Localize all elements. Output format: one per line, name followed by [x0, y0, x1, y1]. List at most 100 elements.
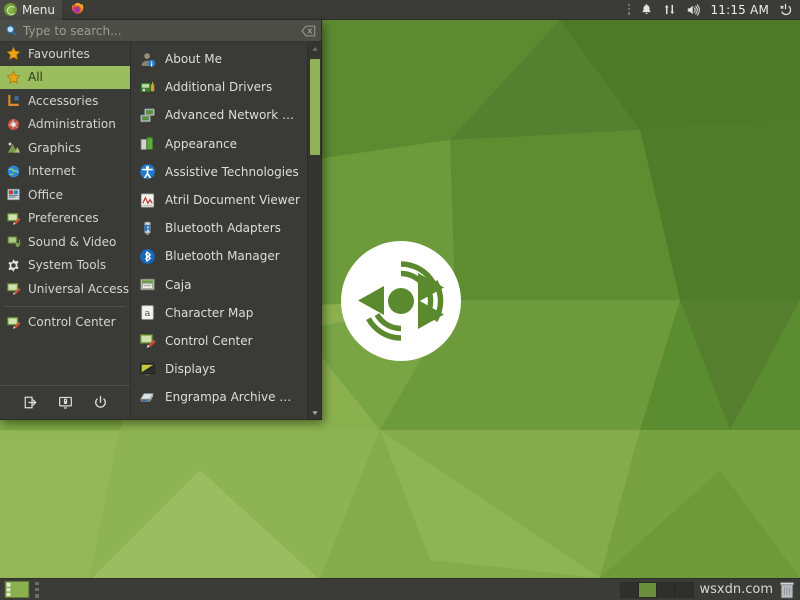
bottom-panel: wsxdn.com: [0, 578, 800, 600]
categories-spacer: [0, 334, 130, 385]
category-control-center[interactable]: Control Center: [0, 311, 130, 335]
app-item-bluetooth-adapters[interactable]: Bluetooth Adapters: [131, 214, 307, 242]
menu-applications-pane: About Me Additional Drivers: [131, 42, 321, 419]
app-item-atril-document-viewer[interactable]: Atril Document Viewer: [131, 186, 307, 214]
workspace-4[interactable]: [675, 583, 693, 597]
star-icon: [6, 46, 21, 61]
category-administration[interactable]: Administration: [0, 113, 130, 137]
bluetooth-adapter-icon: [139, 220, 156, 237]
app-item-displays[interactable]: Displays: [131, 355, 307, 383]
workspace-3[interactable]: [657, 583, 675, 597]
app-label: Assistive Technologies: [165, 165, 299, 179]
scrollbar-track[interactable]: [308, 55, 322, 406]
top-panel: Menu: [0, 0, 800, 20]
app-item-caja[interactable]: Caja: [131, 271, 307, 299]
logout-icon[interactable]: [23, 395, 38, 410]
about-me-icon: [139, 51, 156, 68]
category-universal-access[interactable]: Universal Access: [0, 277, 130, 301]
category-office[interactable]: Office: [0, 183, 130, 207]
app-item-assistive-technologies[interactable]: Assistive Technologies: [131, 158, 307, 186]
category-internet[interactable]: Internet: [0, 160, 130, 184]
app-item-control-center[interactable]: Control Center: [131, 327, 307, 355]
workspace-2[interactable]: [639, 583, 657, 597]
app-label: Bluetooth Adapters: [165, 221, 281, 235]
category-accessories[interactable]: Accessories: [0, 89, 130, 113]
search-magnifier-icon: [5, 24, 18, 37]
category-favourites[interactable]: Favourites: [0, 42, 130, 66]
app-item-about-me[interactable]: About Me: [131, 45, 307, 73]
power-update-icon[interactable]: [779, 3, 792, 16]
control-center-icon: [6, 315, 21, 330]
app-item-bluetooth-manager[interactable]: Bluetooth Manager: [131, 242, 307, 270]
show-desktop-icon[interactable]: [2, 580, 32, 600]
preferences-icon: [6, 211, 21, 226]
category-preferences[interactable]: Preferences: [0, 207, 130, 231]
additional-drivers-icon: [139, 79, 156, 96]
scrollbar-thumb[interactable]: [310, 59, 320, 155]
scroll-down-arrow-icon[interactable]: [308, 406, 322, 419]
atril-icon: [139, 192, 156, 209]
session-buttons-row: [0, 385, 130, 419]
category-label: All: [28, 70, 43, 84]
category-system-tools[interactable]: System Tools: [0, 254, 130, 278]
administration-icon: [6, 117, 21, 132]
control-center-icon: [139, 332, 156, 349]
app-label: Advanced Network Configu...: [165, 108, 301, 122]
workspace-1[interactable]: [621, 583, 639, 597]
category-sound-video[interactable]: Sound & Video: [0, 230, 130, 254]
category-label: System Tools: [28, 258, 106, 272]
category-graphics[interactable]: Graphics: [0, 136, 130, 160]
trash-icon[interactable]: [779, 580, 797, 600]
app-label: Displays: [165, 362, 215, 376]
menu-body: Favourites All Accessories: [0, 42, 321, 419]
firefox-icon[interactable]: [70, 2, 85, 17]
app-item-additional-drivers[interactable]: Additional Drivers: [131, 73, 307, 101]
category-label: Accessories: [28, 94, 98, 108]
bell-icon[interactable]: [640, 3, 653, 16]
accessories-icon: [6, 93, 21, 108]
application-list: About Me Additional Drivers: [131, 42, 307, 419]
character-map-icon: a: [139, 304, 156, 321]
category-label: Control Center: [28, 315, 116, 329]
power-icon[interactable]: [93, 395, 108, 410]
appearance-icon: [139, 135, 156, 152]
app-label: Bluetooth Manager: [165, 249, 280, 263]
category-label: Universal Access: [28, 282, 129, 296]
app-item-appearance[interactable]: Appearance: [131, 130, 307, 158]
lock-screen-icon[interactable]: [58, 395, 73, 410]
app-item-engrampa-archive-manager[interactable]: Engrampa Archive Manager: [131, 383, 307, 411]
app-label: Control Center: [165, 334, 253, 348]
application-menu-window: Favourites All Accessories: [0, 20, 322, 420]
gear-icon: [6, 258, 21, 273]
svg-text:a: a: [145, 308, 151, 319]
window-task-list[interactable]: [39, 579, 620, 600]
engrampa-archive-icon: [139, 389, 156, 406]
network-up-down-arrows-icon[interactable]: [663, 3, 676, 16]
watermark: wsxdn.com: [700, 582, 774, 597]
category-label: Favourites: [28, 47, 90, 61]
app-label: Additional Drivers: [165, 80, 272, 94]
app-item-advanced-network-configuration[interactable]: Advanced Network Configu...: [131, 101, 307, 129]
displays-monitor-icon: [139, 361, 156, 378]
menu-button[interactable]: Menu: [0, 0, 62, 20]
network-config-icon: [139, 107, 156, 124]
app-item-character-map[interactable]: a Character Map: [131, 299, 307, 327]
caja-file-manager-icon: [139, 276, 156, 293]
category-all[interactable]: All: [0, 66, 130, 90]
scroll-up-arrow-icon[interactable]: [308, 42, 322, 55]
category-label: Office: [28, 188, 63, 202]
search-input[interactable]: [23, 24, 296, 38]
workspace-switcher[interactable]: [620, 582, 694, 598]
speaker-volume-icon[interactable]: [686, 3, 700, 17]
app-label: About Me: [165, 52, 222, 66]
clear-backspace-icon[interactable]: [301, 25, 316, 37]
globe-icon: [6, 164, 21, 179]
category-label: Sound & Video: [28, 235, 116, 249]
clock[interactable]: 11:15 AM: [710, 3, 769, 17]
category-separator: [4, 306, 126, 307]
category-label: Preferences: [28, 211, 99, 225]
category-label: Administration: [28, 117, 116, 131]
application-list-scrollbar[interactable]: [307, 42, 321, 419]
system-tray: 11:15 AM: [628, 3, 800, 17]
bluetooth-icon: [139, 248, 156, 265]
